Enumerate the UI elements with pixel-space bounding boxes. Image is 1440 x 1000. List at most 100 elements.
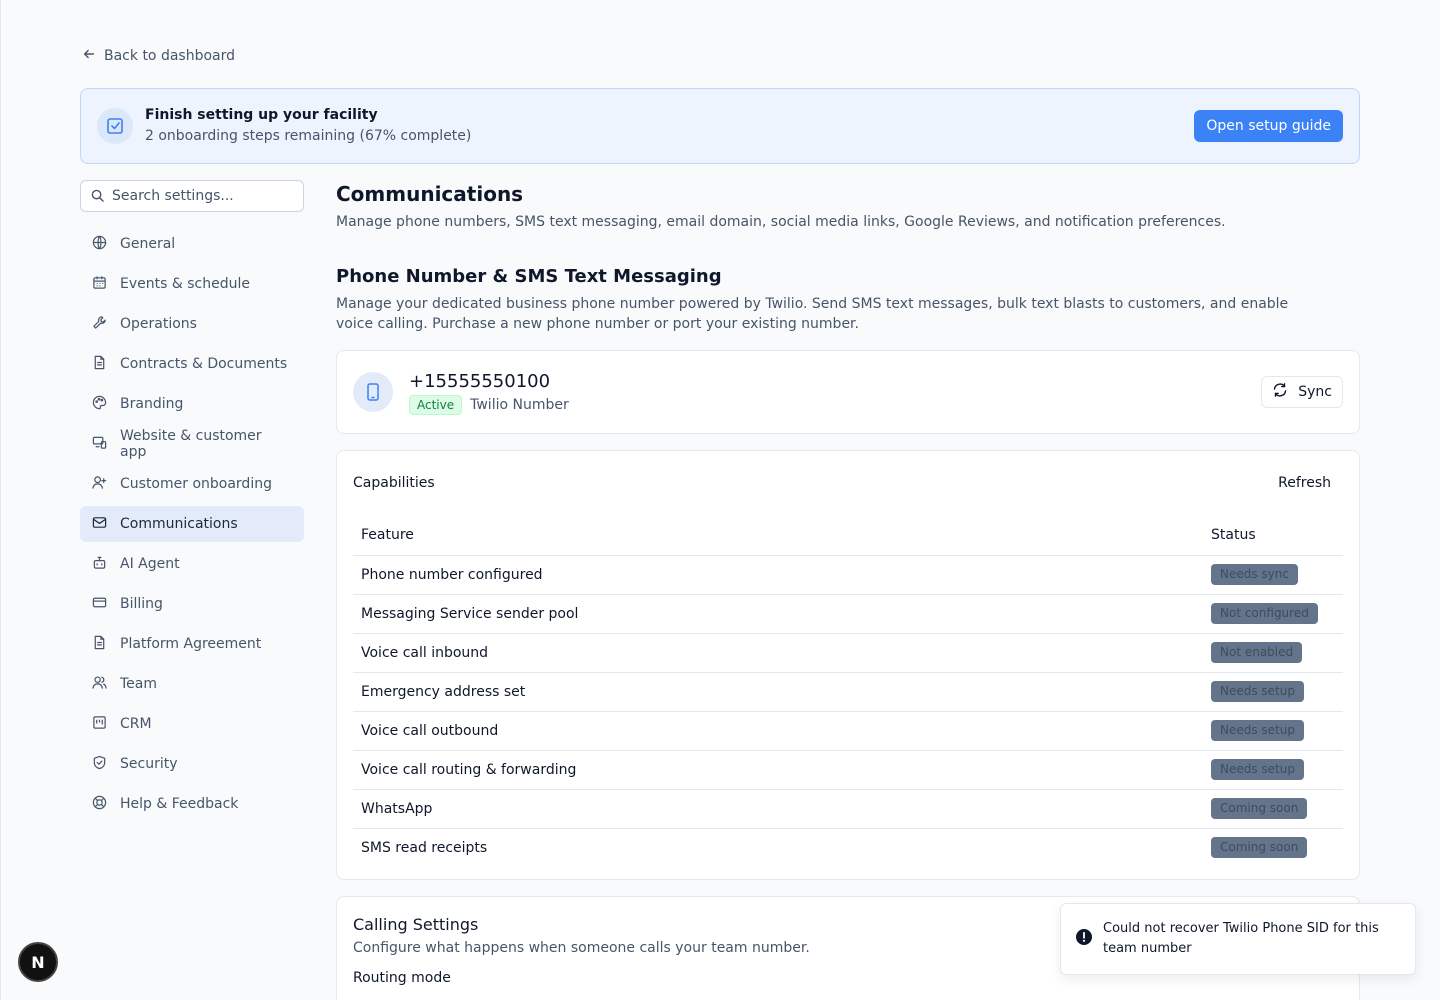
- sidebar-item-label: Operations: [120, 316, 197, 332]
- smartphone-icon: [353, 372, 393, 412]
- shield-check-icon: [92, 755, 107, 774]
- sidebar-item-communications[interactable]: Communications: [80, 506, 304, 542]
- setup-banner-subtitle: 2 onboarding steps remaining (67% comple…: [145, 128, 472, 144]
- table-row: Messaging Service sender pool Not config…: [353, 594, 1343, 634]
- setup-banner: Finish setting up your facility 2 onboar…: [80, 88, 1360, 164]
- palette-icon: [92, 395, 107, 414]
- page-left-border: [0, 0, 1, 1000]
- table-row: Voice call inbound Not enabled: [353, 633, 1343, 673]
- sidebar-item-label: CRM: [120, 716, 152, 732]
- sidebar-item-help-feedback[interactable]: Help & Feedback: [80, 786, 304, 822]
- status-badge: Not configured: [1211, 603, 1318, 624]
- sidebar-item-label: Security: [120, 756, 178, 772]
- globe-icon: [92, 235, 107, 254]
- phone-number: +15555550100: [409, 370, 551, 392]
- sidebar-item-label: Platform Agreement: [120, 636, 262, 652]
- page-description: Manage phone numbers, SMS text messaging…: [336, 214, 1226, 230]
- page-title: Communications: [336, 182, 524, 206]
- sidebar-item-label: Customer onboarding: [120, 476, 272, 492]
- status-badge: Needs setup: [1211, 681, 1304, 702]
- search-settings-input[interactable]: [112, 188, 292, 204]
- table-row: Voice call outbound Needs setup: [353, 711, 1343, 751]
- status-badge: Needs setup: [1211, 720, 1304, 741]
- table-row: SMS read receipts Coming soon: [353, 828, 1343, 867]
- checklist-icon: [97, 108, 133, 144]
- crm-icon: [92, 715, 107, 734]
- sidebar-item-label: Events & schedule: [120, 276, 250, 292]
- sidebar-item-label: AI Agent: [120, 556, 180, 572]
- document-icon: [92, 635, 107, 654]
- sidebar-item-label: Branding: [120, 396, 184, 412]
- sidebar-item-label: Team: [120, 676, 158, 692]
- sidebar-item-operations[interactable]: Operations: [80, 306, 304, 342]
- status-badge: Coming soon: [1211, 798, 1308, 819]
- user-plus-icon: [92, 475, 107, 494]
- status-badge: Needs sync: [1211, 564, 1298, 585]
- status-badge: Coming soon: [1211, 837, 1308, 859]
- back-link-label: Back to dashboard: [104, 48, 236, 64]
- table-row: Voice call routing & forwarding Needs se…: [353, 750, 1343, 790]
- calendar-icon: [92, 275, 107, 294]
- main-content: Communications Manage phone numbers, SMS…: [336, 180, 1360, 1000]
- sidebar-item-general[interactable]: General: [80, 226, 304, 262]
- section-description: Manage your dedicated business phone num…: [336, 296, 1289, 332]
- sidebar-item-contracts-documents[interactable]: Contracts & Documents: [80, 346, 304, 382]
- status-badge: Not enabled: [1211, 642, 1303, 663]
- settings-sidebar: General Events & schedule Operations Con…: [80, 226, 304, 826]
- users-icon: [92, 675, 107, 694]
- feature-cell: SMS read receipts: [361, 839, 488, 856]
- arrow-left-icon: [82, 47, 96, 65]
- alert-circle-icon: [1075, 928, 1093, 950]
- phone-number-card: +15555550100 Active Twilio Number Sync: [336, 350, 1360, 434]
- sidebar-item-events-schedule[interactable]: Events & schedule: [80, 266, 304, 302]
- feature-cell: Voice call outbound: [353, 711, 1203, 751]
- devices-icon: [92, 435, 107, 454]
- sidebar-item-billing[interactable]: Billing: [80, 586, 304, 622]
- column-header-status: Status: [1203, 515, 1343, 556]
- open-setup-guide-button[interactable]: Open setup guide: [1194, 110, 1343, 142]
- table-row: Emergency address set Needs setup: [353, 672, 1343, 712]
- mail-icon: [92, 515, 107, 534]
- back-to-dashboard-link[interactable]: Back to dashboard: [82, 46, 235, 66]
- sidebar-item-crm[interactable]: CRM: [80, 706, 304, 742]
- status-badge: Needs setup: [1211, 759, 1304, 780]
- toast-message: Could not recover Twilio Phone SID for t…: [1103, 921, 1379, 956]
- capabilities-table: Feature Status Phone number configured N…: [353, 515, 1343, 867]
- settings-search: [80, 180, 304, 212]
- feature-cell: Voice call routing & forwarding: [353, 750, 1203, 790]
- status-badge: Active: [409, 394, 463, 415]
- sidebar-item-ai-agent[interactable]: AI Agent: [80, 546, 304, 582]
- credit-card-icon: [92, 595, 107, 614]
- sidebar-item-website-customer-app[interactable]: Website & customer app: [80, 426, 304, 462]
- sidebar-item-label: Billing: [120, 596, 163, 612]
- capabilities-title: Capabilities: [353, 475, 435, 491]
- sync-button[interactable]: Sync: [1261, 376, 1343, 408]
- feature-cell: WhatsApp: [353, 789, 1203, 829]
- sidebar-item-label: Contracts & Documents: [120, 356, 288, 372]
- table-row: WhatsApp Coming soon: [353, 789, 1343, 829]
- table-header-row: Feature Status: [353, 515, 1343, 556]
- sidebar-item-platform-agreement[interactable]: Platform Agreement: [80, 626, 304, 662]
- sidebar-item-label: Help & Feedback: [120, 796, 239, 812]
- sidebar-item-security[interactable]: Security: [80, 746, 304, 782]
- sidebar-item-label: Website & customer app: [120, 428, 262, 460]
- sidebar-item-label: Communications: [120, 516, 238, 532]
- wrench-icon: [92, 315, 107, 334]
- feature-cell: Voice call inbound: [353, 633, 1203, 673]
- feature-cell: Phone number configured: [353, 555, 1203, 595]
- search-icon: [91, 187, 104, 206]
- dev-tools-badge[interactable]: N: [18, 942, 58, 982]
- lifebuoy-icon: [92, 795, 107, 814]
- sync-button-label: Sync: [1298, 384, 1332, 400]
- column-header-feature: Feature: [353, 515, 1203, 556]
- feature-cell: Messaging Service sender pool: [353, 594, 1203, 634]
- document-icon: [92, 355, 107, 374]
- sidebar-item-branding[interactable]: Branding: [80, 386, 304, 422]
- refresh-button[interactable]: Refresh: [1266, 475, 1343, 491]
- capabilities-card: Capabilities Refresh Feature Status Phon…: [336, 450, 1360, 880]
- sidebar-item-customer-onboarding[interactable]: Customer onboarding: [80, 466, 304, 502]
- sidebar-item-label: General: [120, 236, 176, 252]
- refresh-icon: [1272, 382, 1288, 402]
- error-toast[interactable]: Could not recover Twilio Phone SID for t…: [1060, 903, 1416, 975]
- sidebar-item-team[interactable]: Team: [80, 666, 304, 702]
